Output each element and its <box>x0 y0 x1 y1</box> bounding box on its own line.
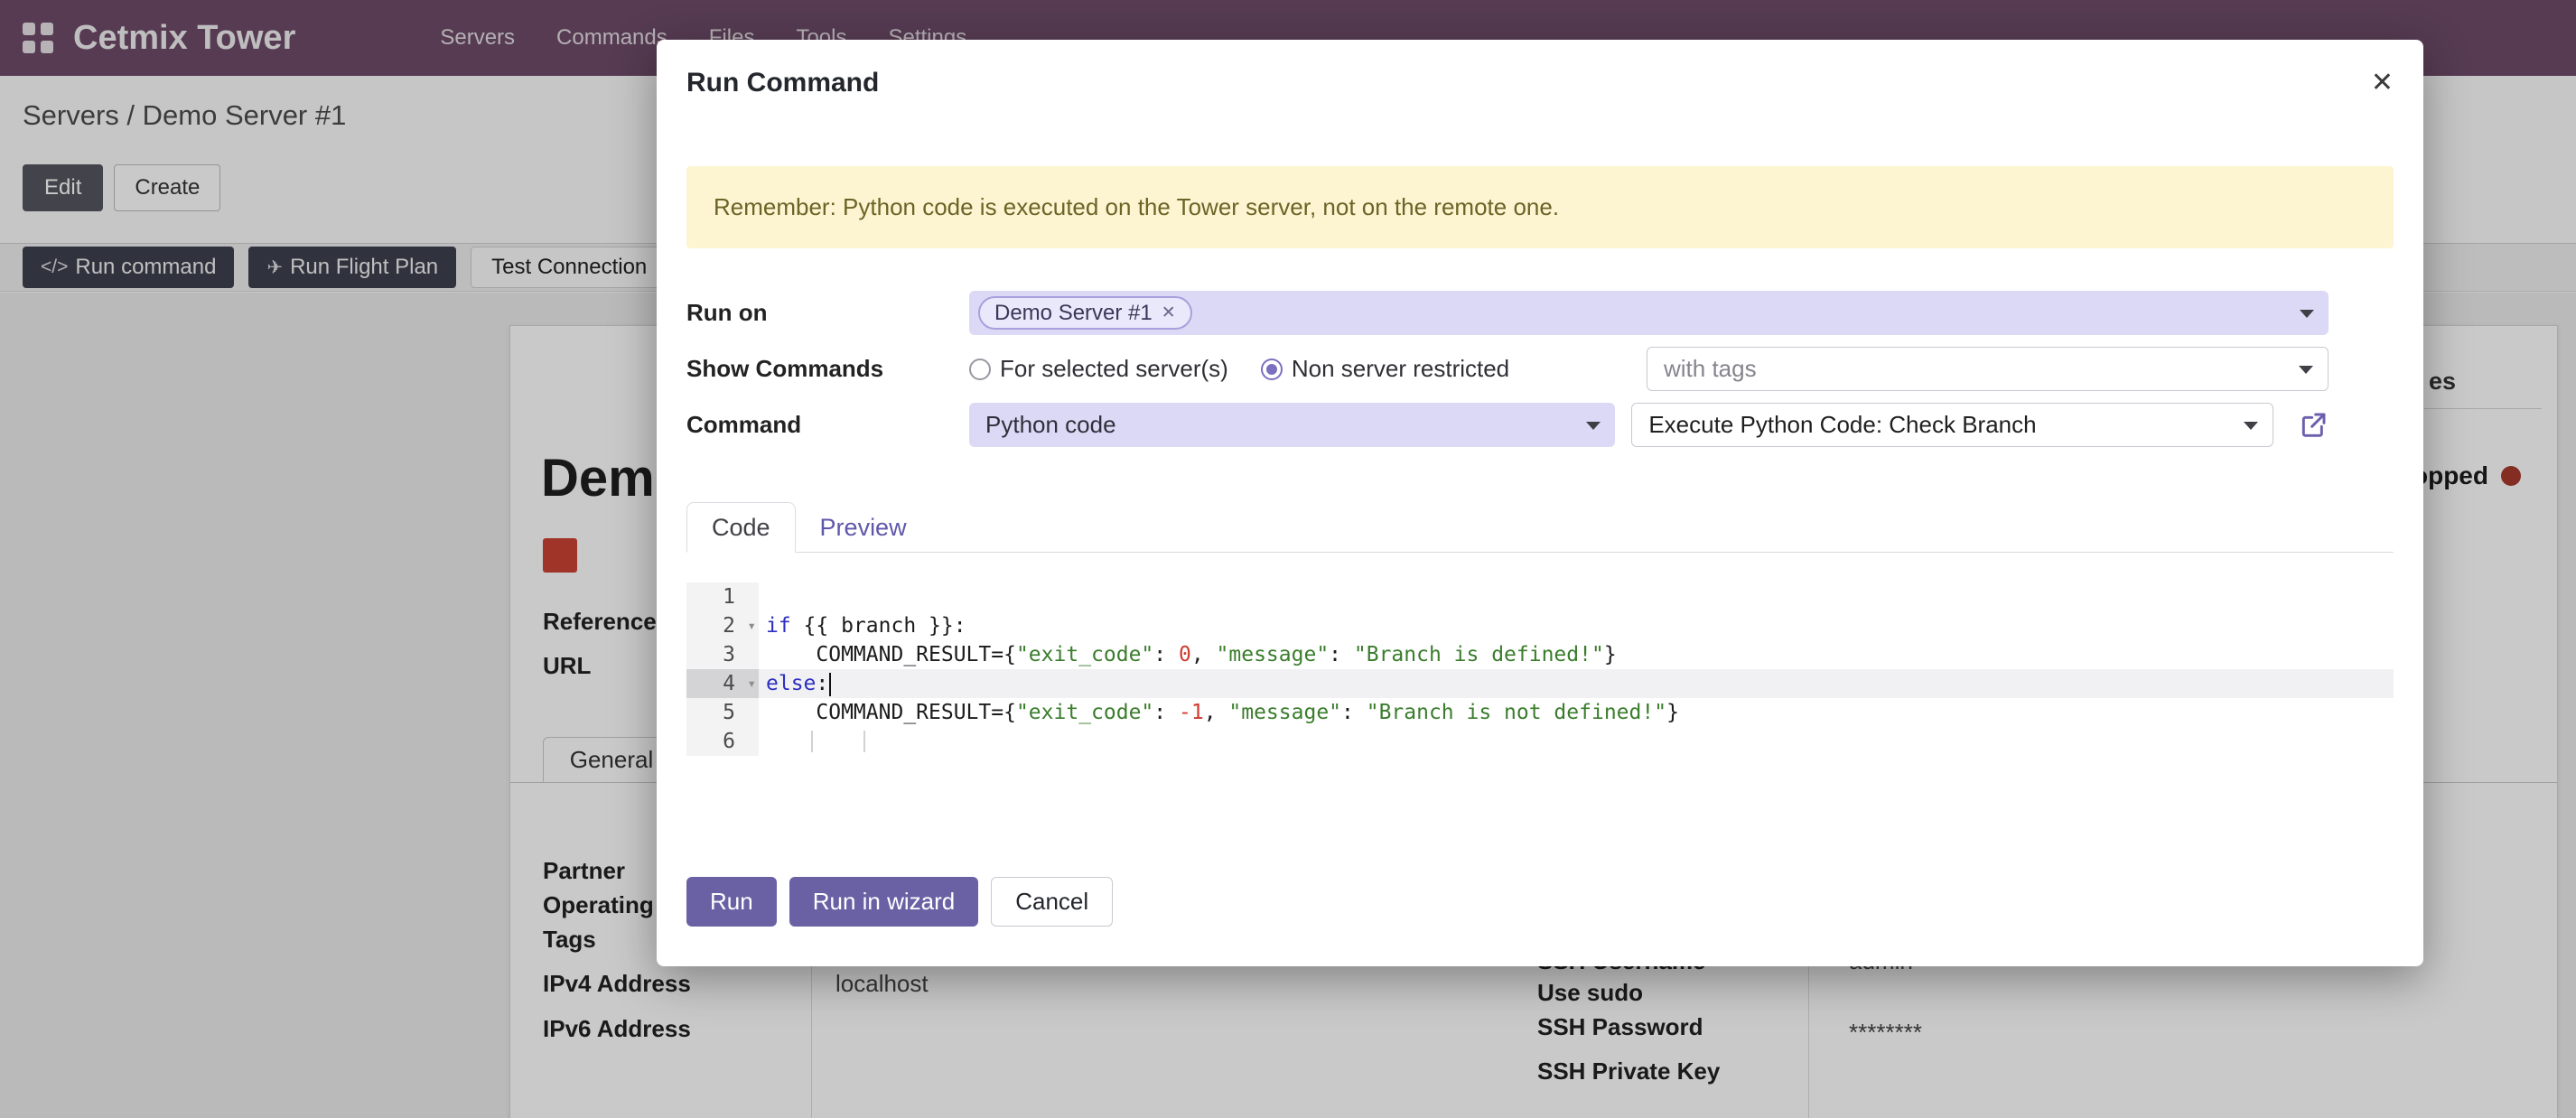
run-command-modal: Run Command ✕ Remember: Python code is e… <box>657 40 2423 966</box>
tab-preview[interactable]: Preview <box>796 503 931 552</box>
code-token: "exit_code" <box>1016 701 1153 724</box>
caret-down-icon <box>2300 310 2314 318</box>
gutter-line-number[interactable]: 6 <box>686 727 759 756</box>
show-commands-label: Show Commands <box>686 355 969 383</box>
radio-non-server-restricted[interactable]: Non server restricted <box>1261 355 1509 383</box>
command-select-value: Execute Python Code: Check Branch <box>1648 411 2036 439</box>
code-token: , <box>1191 643 1217 666</box>
code-token: : <box>1329 643 1354 666</box>
code-token: COMMAND_RESULT={ <box>766 701 1016 724</box>
form-row-show-commands: Show Commands For selected server(s) Non… <box>686 347 2394 391</box>
code-line[interactable] <box>759 727 2394 756</box>
editor-gutter: 12▾34▾56 <box>686 582 759 756</box>
radio-non-server-restricted-label: Non server restricted <box>1292 355 1509 383</box>
tag-remove-icon[interactable]: ✕ <box>1162 303 1176 323</box>
caret-down-icon <box>2244 422 2258 430</box>
with-tags-select[interactable]: with tags <box>1647 347 2329 391</box>
modal-tabs: Code Preview <box>686 502 2394 553</box>
fold-arrow-icon[interactable]: ▾ <box>747 669 756 698</box>
code-token: : <box>1153 643 1179 666</box>
run-button[interactable]: Run <box>686 877 777 927</box>
external-link-icon[interactable] <box>2298 411 2329 440</box>
code-token: : <box>1153 701 1179 724</box>
code-token: if <box>766 614 791 638</box>
radio-selected-icon[interactable] <box>1261 359 1283 380</box>
code-token: , <box>1204 701 1229 724</box>
modal-title: Run Command <box>686 67 879 99</box>
code-line[interactable] <box>759 582 2394 611</box>
code-token: -1 <box>1179 701 1204 724</box>
editor-code[interactable]: if {{ branch }}: COMMAND_RESULT={"exit_c… <box>759 582 2394 756</box>
command-type-select[interactable]: Python code <box>969 403 1615 447</box>
code-token: else <box>766 672 816 695</box>
code-line[interactable]: COMMAND_RESULT={"exit_code": 0, "message… <box>759 640 2394 669</box>
command-label: Command <box>686 411 969 439</box>
code-token: "message" <box>1217 643 1330 666</box>
code-token: 0 <box>1179 643 1191 666</box>
code-token: } <box>1604 643 1617 666</box>
run-command-form: Run on Demo Server #1 ✕ Show Commands <box>686 291 2394 447</box>
with-tags-placeholder: with tags <box>1664 355 1757 383</box>
form-row-run-on: Run on Demo Server #1 ✕ <box>686 291 2394 335</box>
code-token: } <box>1666 701 1679 724</box>
code-token: : <box>816 672 828 695</box>
command-type-value: Python code <box>985 411 1116 439</box>
warning-alert: Remember: Python code is executed on the… <box>686 166 2394 248</box>
modal-header: Run Command ✕ <box>657 40 2423 99</box>
code-editor[interactable]: 12▾34▾56 if {{ branch }}: COMMAND_RESULT… <box>686 582 2394 756</box>
code-token: {{ branch }}: <box>791 614 966 638</box>
radio-for-selected-servers-label: For selected server(s) <box>1000 355 1228 383</box>
server-tag-label: Demo Server #1 <box>994 301 1153 326</box>
code-line[interactable]: COMMAND_RESULT={"exit_code": -1, "messag… <box>759 698 2394 727</box>
form-row-command: Command Python code Execute Python Code:… <box>686 403 2394 447</box>
code-line[interactable]: else: <box>759 669 2394 698</box>
server-tag-chip[interactable]: Demo Server #1 ✕ <box>978 296 1192 330</box>
gutter-line-number[interactable]: 4▾ <box>686 669 759 698</box>
run-on-input[interactable]: Demo Server #1 ✕ <box>969 291 2329 335</box>
gutter-line-number[interactable]: 2▾ <box>686 611 759 640</box>
code-token: "Branch is defined!" <box>1354 643 1604 666</box>
run-on-label: Run on <box>686 299 969 327</box>
run-in-wizard-button[interactable]: Run in wizard <box>789 877 979 927</box>
indent-guide <box>811 731 813 752</box>
radio-circle-icon[interactable] <box>969 359 991 380</box>
modal-footer: Run Run in wizard Cancel <box>686 877 1113 927</box>
indent-guide <box>863 731 865 752</box>
code-token: "Branch is not defined!" <box>1367 701 1666 724</box>
code-token: : <box>1341 701 1367 724</box>
tab-code[interactable]: Code <box>686 502 796 553</box>
code-token: "exit_code" <box>1016 643 1153 666</box>
code-line[interactable]: if {{ branch }}: <box>759 611 2394 640</box>
app-root: Cetmix Tower ServersCommandsFilesToolsSe… <box>0 0 2576 1118</box>
cancel-button[interactable]: Cancel <box>991 877 1113 927</box>
fold-arrow-icon[interactable]: ▾ <box>747 611 756 640</box>
caret-down-icon <box>2299 366 2313 374</box>
close-icon[interactable]: ✕ <box>2371 67 2394 99</box>
code-token: "message" <box>1228 701 1341 724</box>
code-token: COMMAND_RESULT={ <box>766 643 1016 666</box>
radio-for-selected-servers[interactable]: For selected server(s) <box>969 355 1228 383</box>
gutter-line-number[interactable]: 3 <box>686 640 759 669</box>
gutter-line-number[interactable]: 1 <box>686 582 759 611</box>
text-cursor <box>829 673 831 696</box>
warning-alert-text: Remember: Python code is executed on the… <box>714 193 1559 221</box>
command-select[interactable]: Execute Python Code: Check Branch <box>1631 403 2273 447</box>
gutter-line-number[interactable]: 5 <box>686 698 759 727</box>
caret-down-icon <box>1586 422 1601 430</box>
